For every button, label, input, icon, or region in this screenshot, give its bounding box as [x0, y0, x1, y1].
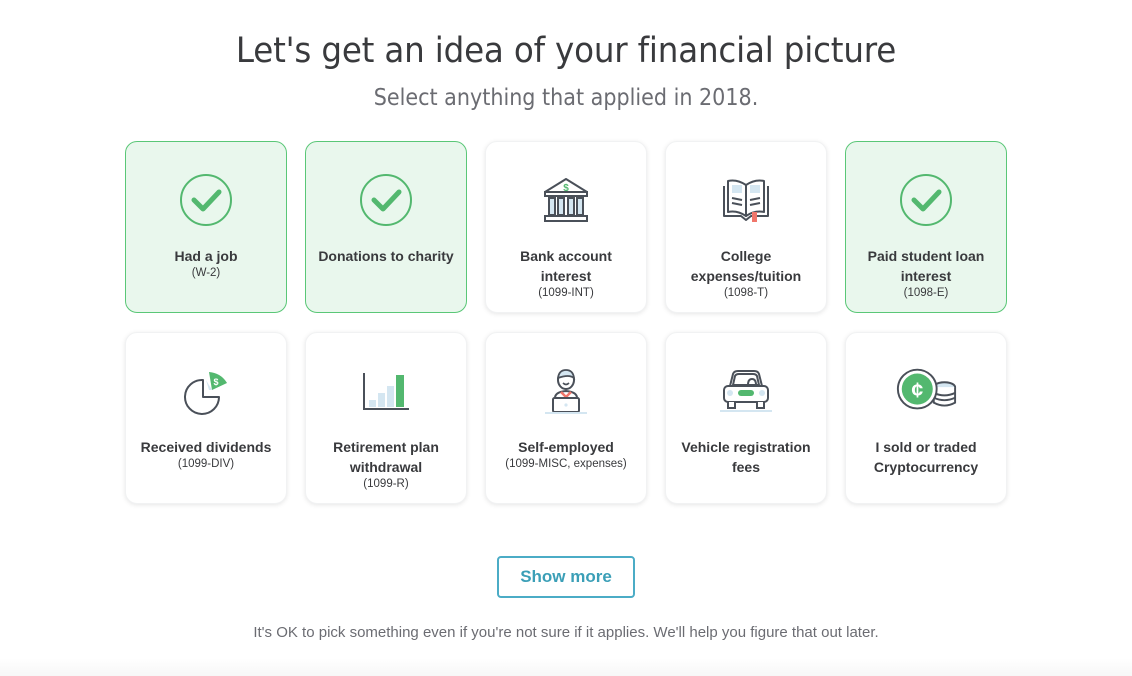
card-label: Self-employed	[518, 439, 614, 455]
option-card-vehicle[interactable]: Vehicle registration fees	[665, 332, 827, 504]
card-label: Paid student loan interest	[867, 248, 985, 284]
card-form: (1098-E)	[903, 287, 949, 299]
page-title: Let's get an idea of your financial pict…	[235, 31, 897, 71]
footer-band	[0, 658, 1132, 676]
card-label: Retirement plan withdrawal	[333, 439, 439, 475]
option-card-college[interactable]: College expenses/tuition (1098-T)	[665, 141, 827, 313]
person-laptop-icon	[534, 361, 598, 421]
option-card-retirement[interactable]: Retirement plan withdrawal (1099-R)	[305, 332, 467, 504]
card-form: (W-2)	[191, 267, 221, 279]
card-label: Received dividends	[140, 439, 272, 455]
show-more-button[interactable]: Show more	[497, 556, 635, 598]
card-label: Bank account interest	[520, 248, 612, 284]
card-form: (1099-INT)	[538, 287, 594, 299]
option-card-dividends[interactable]: $ Received dividends (1099-DIV)	[125, 332, 287, 504]
card-label: Donations to charity	[318, 248, 454, 264]
card-form: (1099-MISC, expenses)	[505, 458, 627, 470]
options-grid: Had a job (W-2) Donations to charity $ B…	[125, 141, 1007, 504]
card-label: Had a job	[174, 248, 238, 264]
checkmark-icon	[174, 170, 238, 230]
option-card-student-loan[interactable]: Paid student loan interest (1098-E)	[845, 141, 1007, 313]
hint-text: It's OK to pick something even if you're…	[253, 624, 879, 641]
card-form: (1099-DIV)	[177, 458, 235, 470]
checkmark-icon	[354, 170, 418, 230]
car-icon	[714, 361, 778, 421]
card-label: College expenses/tuition	[690, 248, 802, 284]
card-form: (1099-R)	[363, 478, 409, 490]
crypto-coins-icon: ¢	[894, 361, 958, 421]
bank-icon: $	[534, 170, 598, 230]
card-form: (1098-T)	[723, 287, 769, 299]
option-card-had-a-job[interactable]: Had a job (W-2)	[125, 141, 287, 313]
svg-text:$: $	[213, 377, 218, 387]
card-label: Vehicle registration fees	[681, 439, 811, 475]
pie-chart-dollar-icon: $	[174, 361, 238, 421]
option-card-donations[interactable]: Donations to charity	[305, 141, 467, 313]
option-card-bank-interest[interactable]: $ Bank account interest (1099-INT)	[485, 141, 647, 313]
book-icon	[714, 170, 778, 230]
card-label: I sold or traded Cryptocurrency	[873, 439, 979, 475]
page-subtitle: Select anything that applied in 2018.	[373, 85, 759, 111]
bar-chart-icon	[354, 361, 418, 421]
checkmark-icon	[894, 170, 958, 230]
svg-text:¢: ¢	[911, 378, 923, 402]
option-card-crypto[interactable]: ¢ I sold or traded Cryptocurrency	[845, 332, 1007, 504]
option-card-self-employed[interactable]: Self-employed (1099-MISC, expenses)	[485, 332, 647, 504]
